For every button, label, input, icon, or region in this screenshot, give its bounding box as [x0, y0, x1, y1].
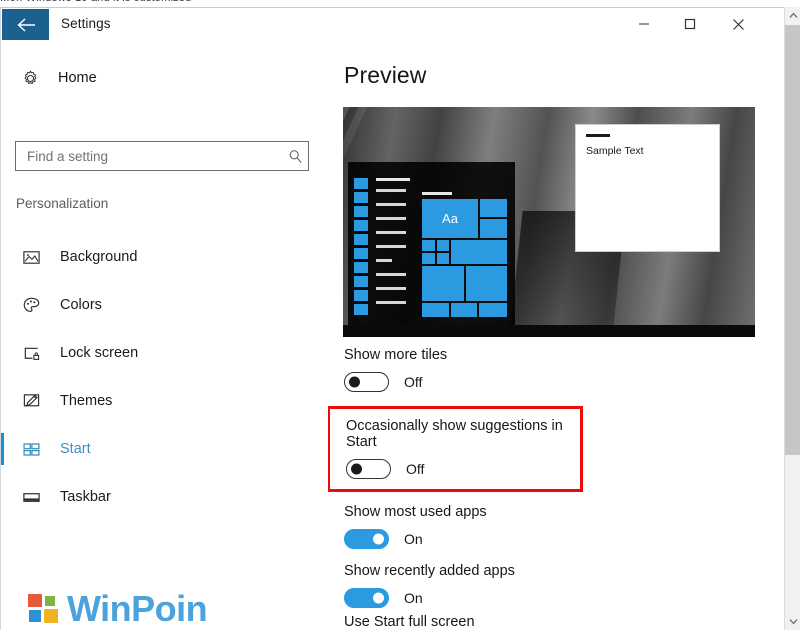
sidebar-item-label: Taskbar — [60, 489, 111, 505]
sidebar-item-label: Background — [60, 249, 138, 265]
sidebar-item-lock-screen[interactable]: Lock screen — [1, 329, 328, 377]
toggle-knob — [349, 376, 360, 388]
settings-window: Settings Home Find a setting Personaliza… — [0, 7, 785, 630]
search-icon[interactable] — [282, 149, 308, 164]
toggle-row: Off — [346, 459, 580, 479]
search-input[interactable] — [16, 142, 282, 170]
setting-use-start-full-screen: Use Start full screen — [328, 614, 785, 630]
preview-sample-window-bar — [586, 134, 610, 137]
window-titlebar: Settings — [1, 8, 785, 41]
search-box[interactable] — [15, 141, 309, 171]
window-title: Settings — [61, 16, 111, 31]
scrollbar-thumb[interactable] — [785, 25, 800, 455]
toggle-show-most-used-apps[interactable] — [344, 529, 389, 549]
toggle-show-more-tiles[interactable] — [344, 372, 389, 392]
selection-indicator — [1, 481, 4, 513]
sidebar-item-label: Themes — [60, 393, 113, 409]
sidebar-item-colors[interactable]: Colors — [1, 281, 328, 329]
setting-label: Occasionally show suggestions in Start — [346, 418, 563, 450]
screenshot-root: ...on Windows 10 and it is customized Se… — [0, 0, 800, 630]
winpoin-logo-icon — [28, 594, 58, 624]
sidebar-item-label: Colors — [60, 297, 102, 313]
toggle-occasionally-show-suggestions[interactable] — [346, 459, 391, 479]
toggle-state-label: Off — [406, 461, 425, 477]
sidebar-item-themes[interactable]: Themes — [1, 377, 328, 425]
sidebar-item-label: Start — [60, 441, 91, 457]
close-icon — [732, 18, 744, 30]
cropped-page-text: ...on Windows 10 and it is customized — [0, 0, 191, 4]
scroll-down-arrow-icon[interactable] — [785, 613, 800, 630]
page-scrollbar[interactable] — [784, 7, 800, 630]
setting-occasionally-show-suggestions: Occasionally show suggestions in Start O… — [328, 406, 583, 492]
toggle-row: Off — [344, 372, 785, 392]
start-tiles-icon — [20, 438, 42, 460]
start-menu-preview: Aa Sample Text — [343, 107, 755, 337]
sidebar-item-home[interactable]: Home — [1, 57, 328, 99]
image-icon — [20, 246, 42, 268]
lock-screen-icon — [20, 342, 42, 364]
toggle-state-label: On — [404, 531, 423, 547]
selection-indicator — [1, 433, 4, 465]
sidebar-item-label: Lock screen — [60, 345, 139, 361]
preview-app-list — [376, 178, 410, 315]
toggle-knob — [351, 463, 362, 475]
toggle-state-label: On — [404, 590, 423, 606]
close-button[interactable] — [715, 8, 761, 40]
minimize-icon — [639, 23, 649, 25]
back-arrow-icon — [16, 17, 35, 32]
sidebar-item-taskbar[interactable]: Taskbar — [1, 473, 328, 521]
setting-show-recently-added-apps: Show recently added apps On — [328, 563, 785, 608]
scroll-up-arrow-icon[interactable] — [785, 7, 800, 24]
selection-indicator — [1, 385, 4, 417]
preview-tiles: Aa — [422, 199, 507, 331]
preview-taskbar — [343, 325, 755, 337]
toggle-state-label: Off — [404, 374, 423, 390]
preview-start-panel: Aa — [348, 162, 515, 325]
setting-label: Show more tiles — [344, 347, 448, 363]
selection-indicator — [1, 289, 4, 321]
toggle-show-recently-added-apps[interactable] — [344, 588, 389, 608]
sidebar: Home Personalization — [1, 41, 328, 630]
selection-indicator — [1, 337, 4, 369]
main-content: Preview Aa Sample Text Show more tiles O… — [328, 41, 785, 630]
sidebar-item-start[interactable]: Start — [1, 425, 328, 473]
gear-icon — [19, 69, 41, 88]
toggle-row: On — [344, 588, 785, 608]
selection-indicator — [1, 241, 4, 273]
toggle-knob — [373, 592, 384, 604]
preview-sample-text: Sample Text — [586, 145, 644, 157]
back-button[interactable] — [2, 9, 49, 40]
setting-label: Show most used apps — [344, 504, 487, 520]
winpoin-wordmark: WinPoin — [67, 588, 208, 629]
maximize-button[interactable] — [667, 8, 713, 40]
preview-start-rail — [354, 178, 410, 318]
minimize-button[interactable] — [621, 8, 667, 40]
settings-list: Show more tiles Off Occasionally show su… — [328, 347, 785, 630]
setting-show-more-tiles: Show more tiles Off — [328, 347, 785, 392]
sidebar-item-background[interactable]: Background — [1, 233, 328, 281]
cropped-page-text-strip: ...on Windows 10 and it is customized — [0, 0, 800, 7]
winpoin-watermark: WinPoin — [28, 588, 208, 629]
palette-icon — [20, 294, 42, 316]
maximize-icon — [684, 18, 696, 30]
setting-label: Show recently added apps — [344, 563, 515, 579]
setting-label: Use Start full screen — [344, 614, 475, 630]
setting-show-most-used-apps: Show most used apps On — [328, 504, 785, 549]
sidebar-home-label: Home — [58, 70, 97, 86]
taskbar-icon — [20, 486, 42, 508]
preview-tile-group: Aa — [422, 192, 507, 324]
toggle-row: On — [344, 529, 785, 549]
sidebar-nav: Background Colors Lock screen Themes Sta… — [1, 233, 328, 521]
preview-tile-aa: Aa — [422, 199, 478, 238]
page-title: Preview — [344, 62, 427, 88]
sidebar-section-label: Personalization — [16, 196, 109, 211]
brush-icon — [20, 390, 42, 412]
toggle-knob — [373, 533, 384, 545]
preview-sample-window: Sample Text — [575, 124, 720, 252]
